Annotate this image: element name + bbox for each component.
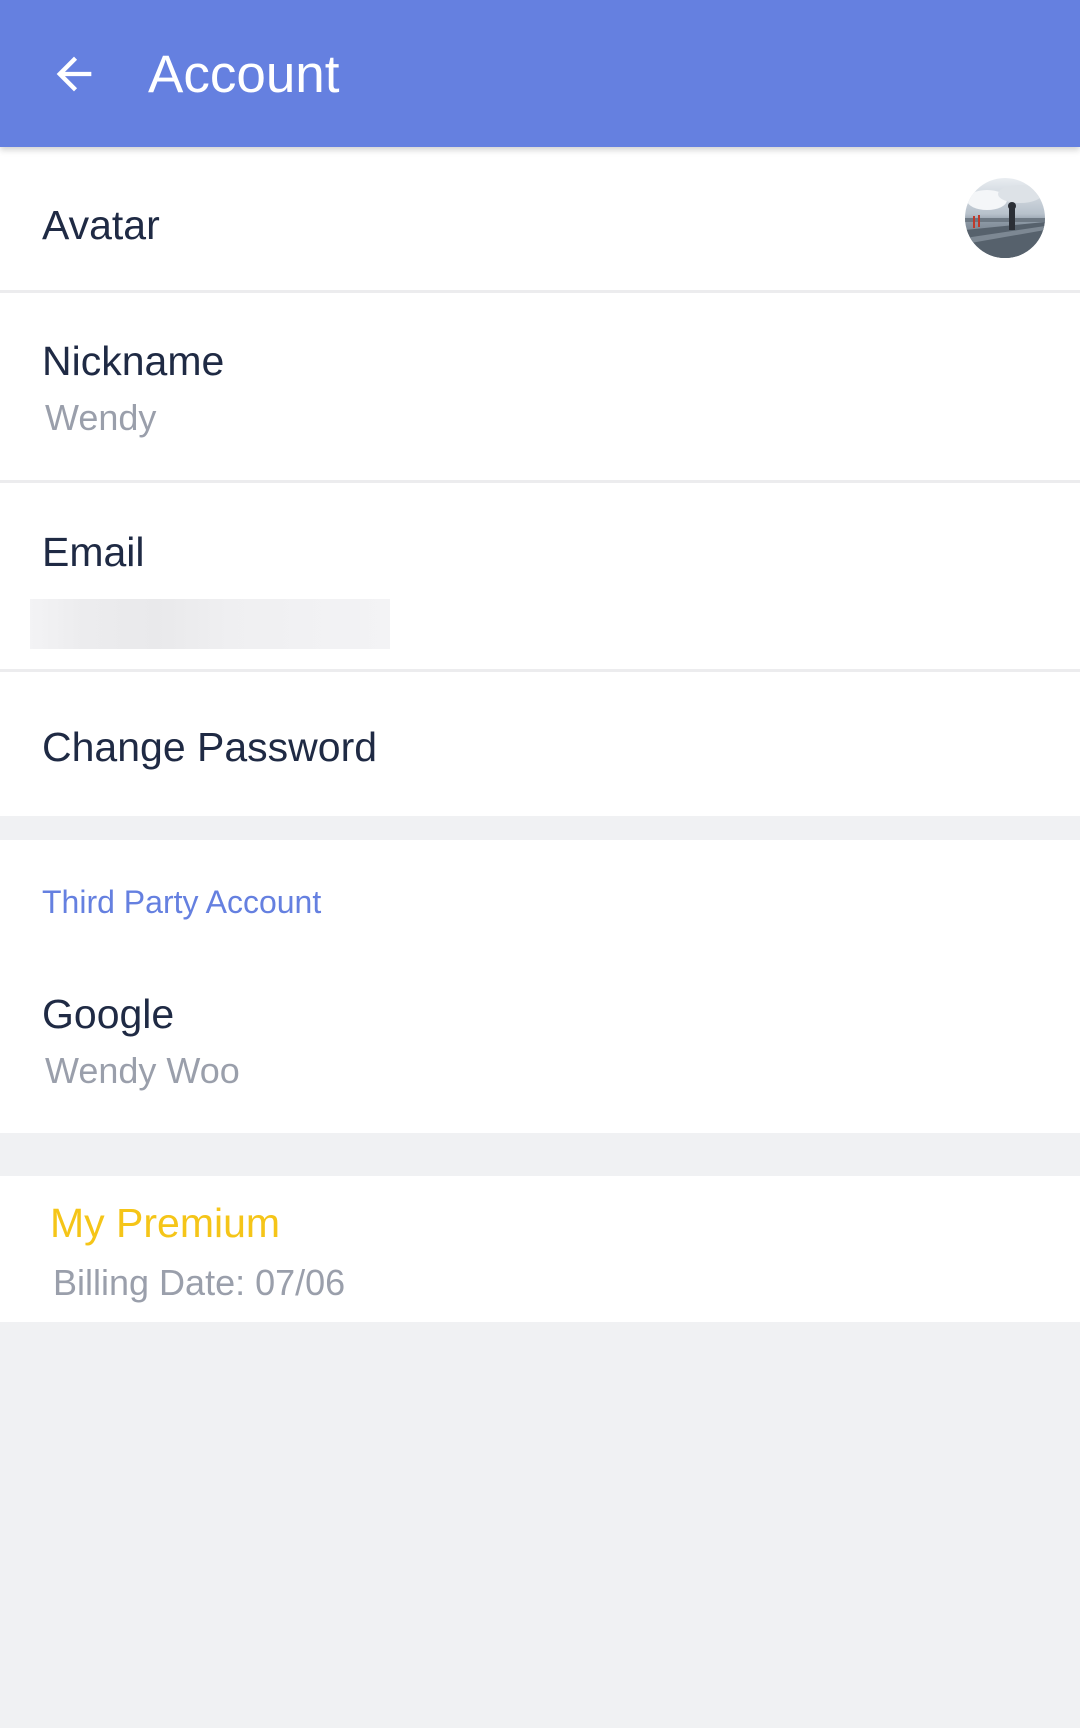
- avatar-photo-icon: [965, 178, 1045, 258]
- google-label[interactable]: Google: [42, 990, 174, 1038]
- billing-date: Billing Date: 07/06: [53, 1262, 346, 1303]
- premium-row[interactable]: My Premium Billing Date: 07/06: [0, 1176, 1080, 1322]
- third-party-section: Third Party Account Google Wendy Woo: [0, 840, 1080, 1133]
- premium-title: My Premium: [50, 1200, 281, 1246]
- email-label: Email: [42, 529, 145, 575]
- avatar-row[interactable]: Avatar: [0, 147, 1080, 290]
- section-title: Third Party Account: [42, 884, 322, 920]
- arrow-back-icon: [56, 56, 92, 92]
- avatar-label: Avatar: [42, 202, 160, 248]
- google-account-name: Wendy Woo: [45, 1050, 240, 1091]
- app-bar: Account: [0, 0, 1080, 147]
- email-row[interactable]: Email: [0, 483, 1080, 669]
- nickname-value: Wendy: [45, 397, 157, 438]
- nickname-label: Nickname: [42, 338, 225, 384]
- email-value-redacted: [30, 599, 390, 649]
- avatar[interactable]: [965, 178, 1045, 258]
- change-password-label: Change Password: [42, 724, 378, 770]
- page-title: Account: [148, 45, 340, 104]
- back-button[interactable]: [34, 34, 114, 114]
- nickname-row[interactable]: Nickname Wendy: [0, 293, 1080, 480]
- change-password-row[interactable]: Change Password: [0, 672, 1080, 816]
